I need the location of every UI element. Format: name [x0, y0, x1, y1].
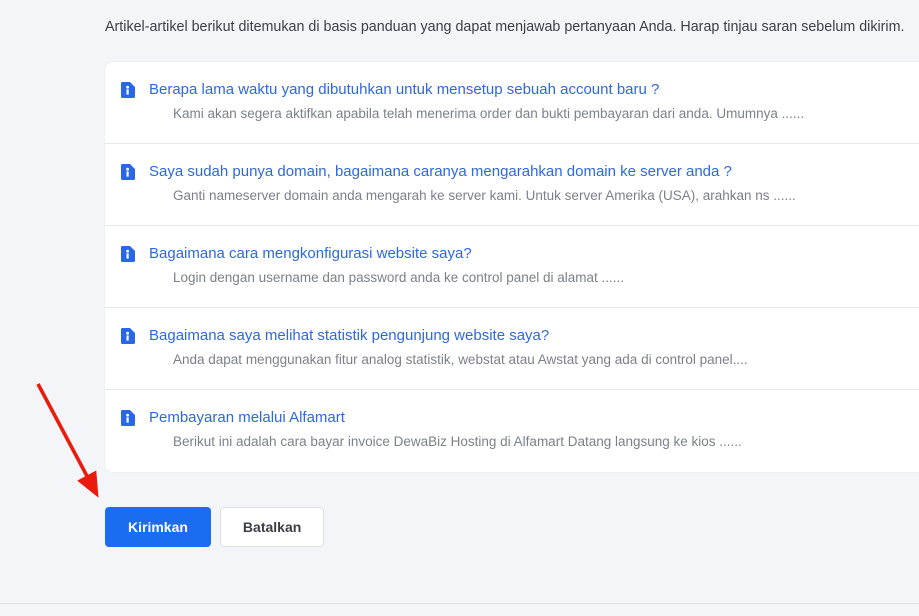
- document-info-icon: [121, 328, 135, 344]
- article-content: Bagaimana cara mengkonfigurasi website s…: [149, 244, 624, 287]
- article-link[interactable]: Bagaimana cara mengkonfigurasi website s…: [149, 244, 472, 264]
- article-link[interactable]: Saya sudah punya domain, bagaimana caran…: [149, 162, 732, 182]
- document-info-icon: [121, 164, 135, 180]
- article-content: Bagaimana saya melihat statistik pengunj…: [149, 326, 748, 369]
- article-link[interactable]: Bagaimana saya melihat statistik pengunj…: [149, 326, 549, 346]
- article-excerpt: Kami akan segera aktifkan apabila telah …: [173, 106, 805, 121]
- article-link[interactable]: Pembayaran melalui Alfamart: [149, 408, 345, 428]
- article-row: Bagaimana cara mengkonfigurasi website s…: [105, 226, 919, 308]
- article-excerpt: Anda dapat menggunakan fitur analog stat…: [173, 352, 748, 367]
- article-content: Saya sudah punya domain, bagaimana caran…: [149, 162, 796, 205]
- article-excerpt: Berikut ini adalah cara bayar invoice De…: [173, 434, 742, 449]
- article-row: Pembayaran melalui Alfamart Berikut ini …: [105, 390, 919, 472]
- article-row: Saya sudah punya domain, bagaimana caran…: [105, 144, 919, 226]
- submit-button[interactable]: Kirimkan: [105, 507, 211, 547]
- document-info-icon: [121, 410, 135, 426]
- article-excerpt: Login dengan username dan password anda …: [173, 270, 625, 285]
- cancel-button[interactable]: Batalkan: [219, 507, 325, 547]
- footer-divider: [0, 603, 919, 616]
- suggestions-intro-text: Artikel-artikel berikut ditemukan di bas…: [105, 19, 905, 35]
- form-actions: Kirimkan Batalkan: [105, 507, 325, 547]
- document-info-icon: [121, 82, 135, 98]
- article-row: Berapa lama waktu yang dibutuhkan untuk …: [105, 62, 919, 144]
- article-row: Bagaimana saya melihat statistik pengunj…: [105, 308, 919, 390]
- article-content: Berapa lama waktu yang dibutuhkan untuk …: [149, 80, 804, 123]
- article-link[interactable]: Berapa lama waktu yang dibutuhkan untuk …: [149, 80, 659, 100]
- suggested-articles-panel: Berapa lama waktu yang dibutuhkan untuk …: [105, 62, 919, 472]
- document-info-icon: [121, 246, 135, 262]
- article-content: Pembayaran melalui Alfamart Berikut ini …: [149, 408, 742, 451]
- article-excerpt: Ganti nameserver domain anda mengarah ke…: [173, 188, 796, 203]
